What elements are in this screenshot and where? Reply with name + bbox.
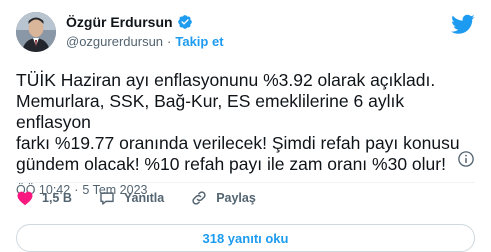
- avatar-image: [16, 12, 56, 52]
- name-row: Özgür Erdursun: [66, 14, 224, 30]
- display-name[interactable]: Özgür Erdursun: [66, 14, 173, 30]
- verified-badge-icon: [177, 14, 193, 30]
- reply-label: Yanıtla: [123, 191, 165, 205]
- twitter-bird-icon[interactable]: [451, 12, 475, 36]
- reply-icon: [100, 192, 114, 205]
- share-label: Paylaş: [216, 191, 256, 205]
- share-button[interactable]: Paylaş: [190, 189, 256, 207]
- read-replies-label: 318 yanıtı oku: [202, 230, 289, 246]
- like-count: 1,5 B: [42, 191, 72, 205]
- reply-button[interactable]: Yanıtla: [98, 189, 164, 207]
- heart-icon: [17, 191, 33, 206]
- avatar[interactable]: [16, 12, 56, 52]
- follow-button[interactable]: Takip et: [175, 34, 223, 49]
- handle-row: @ozgurerdursun · Takip et: [66, 34, 224, 49]
- tweet-text: TÜİK Haziran ayı enflasyonunu %3.92 olar…: [16, 70, 460, 174]
- author-names: Özgür Erdursun @ozgurerdursun · Takip et: [66, 14, 224, 49]
- handle[interactable]: @ozgurerdursun: [66, 34, 163, 49]
- info-icon[interactable]: [457, 150, 475, 168]
- divider: [16, 182, 475, 183]
- tweet-card: Özgür Erdursun @ozgurerdursun · Takip et…: [0, 0, 491, 252]
- tweet-header: Özgür Erdursun @ozgurerdursun · Takip et: [16, 12, 475, 60]
- like-button[interactable]: 1,5 B: [16, 189, 72, 207]
- action-bar: 1,5 B Yanıtla Paylaş: [16, 189, 282, 207]
- share-link-icon: [192, 191, 206, 205]
- read-replies-button[interactable]: 318 yanıtı oku: [16, 224, 475, 252]
- separator-dot: ·: [167, 34, 172, 49]
